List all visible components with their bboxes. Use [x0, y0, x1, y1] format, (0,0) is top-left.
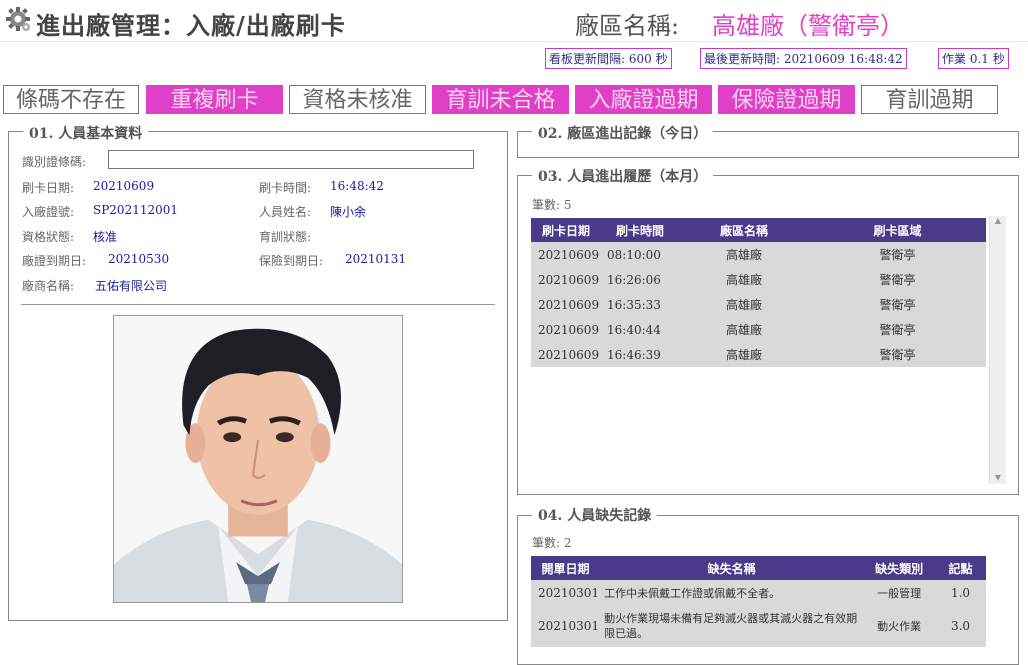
table-cell: 工作中未佩戴工作證或佩戴不全者。	[600, 580, 864, 605]
page-title: 進出廠管理：入廠/出廠刷卡	[36, 11, 346, 40]
person-name-label: 人員姓名:	[259, 205, 312, 219]
qualification-value: 核准	[93, 230, 118, 244]
person-photo	[113, 315, 403, 603]
table-cell: 警衛亭	[809, 342, 986, 367]
scroll-down-icon[interactable]: ▼	[990, 473, 1006, 482]
training-status-label: 育訓狀態:	[259, 230, 312, 244]
status-duplicate-swipe[interactable]: 重複刷卡	[146, 85, 283, 114]
pass-expiry-label: 廠證到期日:	[22, 254, 87, 268]
barcode-input[interactable]	[108, 150, 474, 169]
history-scrollbar[interactable]: ▲ ▼	[989, 216, 1006, 484]
table-cell: 20210609	[531, 267, 601, 292]
barcode-label: 識別證條碼:	[22, 155, 87, 169]
plant-name-value: 高雄廠（警衛亭）	[712, 12, 904, 40]
table-cell: 警衛亭	[809, 242, 986, 267]
status-training-failed[interactable]: 育訓未合格	[432, 85, 569, 114]
personnel-info-legend: 01. 人員基本資料	[23, 123, 149, 143]
table-cell: 20210609	[531, 342, 601, 367]
table-row[interactable]: 20210301 動火作業現場未備有足夠滅火器或其滅火器之有效期限已過。 動火作…	[531, 605, 986, 647]
table-header-row: 開單日期 缺失名稱 缺失類別 記點	[531, 556, 986, 580]
table-cell: 高雄廠	[679, 292, 809, 317]
table-cell: 高雄廠	[679, 242, 809, 267]
table-cell: 高雄廠	[679, 317, 809, 342]
table-cell: 16:40:44	[601, 317, 679, 342]
status-entry-pass-expired[interactable]: 入廠證過期	[575, 85, 712, 114]
table-cell: 高雄廠	[679, 342, 809, 367]
scroll-up-icon[interactable]: ▲	[990, 216, 1006, 225]
table-row[interactable]: 20210609 16:40:44 高雄廠 警衛亭	[531, 317, 986, 342]
table-cell: 動火作業現場未備有足夠滅火器或其滅火器之有效期限已過。	[600, 605, 864, 647]
swipe-time-value: 16:48:42	[330, 179, 384, 193]
history-table: 刷卡日期 刷卡時間 廠區名稱 刷卡區域 20210609 08:10:00 高雄…	[531, 218, 986, 367]
table-cell: 20210609	[531, 292, 601, 317]
table-cell: 20210301	[531, 605, 601, 647]
table-cell: 警衛亭	[809, 317, 986, 342]
pass-expiry-value: 20210530	[108, 252, 170, 266]
column-header[interactable]: 開單日期	[531, 556, 601, 580]
qualification-label: 資格狀態:	[22, 230, 75, 244]
insurance-expiry-value: 20210131	[345, 252, 407, 266]
vendor-value: 五佑有限公司	[95, 279, 168, 293]
table-row[interactable]: 20210609 16:26:06 高雄廠 警衛亭	[531, 267, 986, 292]
column-header[interactable]: 缺失類別	[863, 556, 936, 580]
violation-records-legend: 04. 人員缺失記錄	[532, 505, 658, 525]
table-cell: 20210609	[531, 242, 601, 267]
swipe-time-label: 刷卡時間:	[259, 181, 312, 195]
job-time-badge: 作業 0.1 秒	[938, 48, 1009, 69]
gear-icon	[6, 7, 30, 31]
table-cell: 20210609	[531, 317, 601, 342]
table-cell: 20210301	[531, 580, 601, 605]
header-divider	[0, 41, 1028, 42]
status-training-expired[interactable]: 育訓過期	[861, 85, 998, 114]
table-cell: 高雄廠	[679, 267, 809, 292]
monthly-history-legend: 03. 人員進出履歷（本月）	[532, 166, 714, 186]
violation-table: 開單日期 缺失名稱 缺失類別 記點 20210301 工作中未佩戴工作證或佩戴不…	[531, 556, 986, 647]
swipe-date-label: 刷卡日期:	[22, 181, 75, 195]
table-row[interactable]: 20210609 16:46:39 高雄廠 警衛亭	[531, 342, 986, 367]
last-update-badge: 最後更新時間: 20210609 16:48:42	[700, 48, 907, 69]
table-cell: 3.0	[935, 605, 986, 647]
insurance-expiry-label: 保險到期日:	[259, 254, 324, 268]
status-qualification-not-approved[interactable]: 資格未核准	[289, 85, 426, 114]
table-cell: 1.0	[935, 580, 986, 605]
violation-count: 筆數: 2	[532, 536, 572, 550]
table-cell: 16:26:06	[601, 267, 679, 292]
column-header[interactable]: 刷卡時間	[601, 218, 679, 242]
table-cell: 16:35:33	[601, 292, 679, 317]
panel-divider	[21, 304, 495, 305]
person-name-value: 陳小余	[330, 205, 367, 219]
table-header-row: 刷卡日期 刷卡時間 廠區名稱 刷卡區域	[531, 218, 986, 242]
pass-no-value: SP202112001	[93, 203, 179, 217]
refresh-interval-badge: 看板更新間隔: 600 秒	[545, 48, 672, 69]
table-cell: 動火作業	[863, 605, 936, 647]
table-row[interactable]: 20210609 16:35:33 高雄廠 警衛亭	[531, 292, 986, 317]
table-cell: 警衛亭	[809, 267, 986, 292]
status-insurance-expired[interactable]: 保險證過期	[718, 85, 855, 114]
column-header[interactable]: 刷卡日期	[531, 218, 601, 242]
column-header[interactable]: 缺失名稱	[600, 556, 864, 580]
vendor-label: 廠商名稱:	[22, 279, 75, 293]
table-cell: 警衛亭	[809, 292, 986, 317]
column-header[interactable]: 刷卡區域	[809, 218, 986, 242]
today-records-legend: 02. 廠區進出記錄（今日）	[532, 123, 714, 143]
plant-name-label: 廠區名稱:	[575, 12, 680, 40]
pass-no-label: 入廠證號:	[22, 205, 75, 219]
table-row[interactable]: 20210301 工作中未佩戴工作證或佩戴不全者。 一般管理 1.0	[531, 580, 986, 605]
table-row[interactable]: 20210609 08:10:00 高雄廠 警衛亭	[531, 242, 986, 267]
table-cell: 一般管理	[863, 580, 936, 605]
table-cell: 08:10:00	[601, 242, 679, 267]
table-cell: 16:46:39	[601, 342, 679, 367]
column-header[interactable]: 廠區名稱	[679, 218, 809, 242]
swipe-date-value: 20210609	[93, 179, 155, 193]
history-count: 筆數: 5	[532, 198, 572, 212]
status-barcode-not-found[interactable]: 條碼不存在	[3, 85, 139, 114]
column-header[interactable]: 記點	[935, 556, 986, 580]
